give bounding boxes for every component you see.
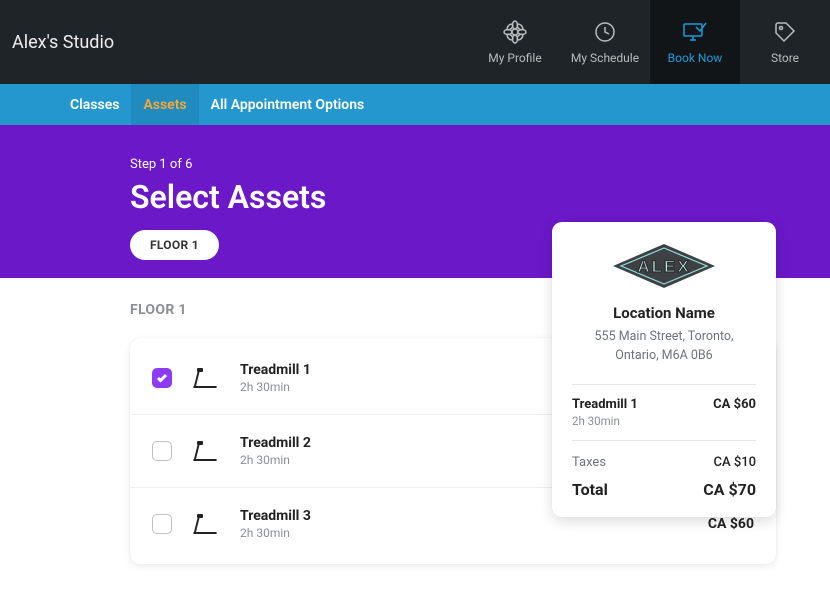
summary-taxes-row: Taxes CA $10	[572, 455, 756, 470]
total-price: CA $70	[703, 480, 756, 499]
logo-icon: ALEX	[572, 242, 756, 290]
top-bar: Alex's Studio My Profile My Schedule Boo…	[0, 0, 830, 84]
location-name: Location Name	[572, 304, 756, 322]
asset-price: CA $60	[708, 516, 754, 532]
asset-duration: 2h 30min	[240, 526, 708, 540]
asset-checkbox[interactable]	[152, 368, 172, 388]
tab-classes[interactable]: Classes	[58, 84, 131, 125]
summary-item-duration: 2h 30min	[572, 414, 638, 428]
summary-item-price: CA $60	[713, 397, 756, 412]
tab-all-appointment-options[interactable]: All Appointment Options	[199, 84, 377, 125]
nav-label: Book Now	[668, 51, 723, 65]
location-address: 555 Main Street, Toronto, Ontario, M6A 0…	[572, 328, 756, 366]
nav-label: My Schedule	[571, 51, 639, 65]
treadmill-icon	[190, 510, 220, 538]
taxes-price: CA $10	[713, 455, 756, 470]
flower-icon	[503, 19, 527, 45]
tab-strip: Classes Assets All Appointment Options	[0, 84, 830, 125]
monitor-check-icon	[682, 19, 708, 45]
summary-line-item: Treadmill 1 2h 30min CA $60	[572, 397, 756, 428]
summary-card: ALEX Location Name 555 Main Street, Toro…	[552, 222, 776, 517]
divider	[572, 384, 756, 385]
floor-chip[interactable]: FLOOR 1	[130, 230, 219, 260]
top-nav: My Profile My Schedule Book Now Store	[470, 0, 830, 84]
nav-label: Store	[771, 51, 799, 65]
summary-item-name: Treadmill 1	[572, 397, 638, 412]
tab-assets[interactable]: Assets	[131, 84, 198, 125]
divider	[572, 440, 756, 441]
page-title: Select Assets	[130, 178, 830, 216]
asset-checkbox[interactable]	[152, 441, 172, 461]
total-label: Total	[572, 480, 608, 499]
tag-icon	[773, 19, 797, 45]
nav-my-schedule[interactable]: My Schedule	[560, 0, 650, 84]
svg-text:ALEX: ALEX	[637, 257, 690, 276]
nav-store[interactable]: Store	[740, 0, 830, 84]
treadmill-icon	[190, 364, 220, 392]
brand-title: Alex's Studio	[10, 32, 114, 53]
summary-total-row: Total CA $70	[572, 480, 756, 499]
step-label: Step 1 of 6	[130, 157, 830, 172]
nav-my-profile[interactable]: My Profile	[470, 0, 560, 84]
asset-checkbox[interactable]	[152, 514, 172, 534]
clock-icon	[593, 19, 617, 45]
taxes-label: Taxes	[572, 455, 606, 470]
nav-book-now[interactable]: Book Now	[650, 0, 740, 84]
treadmill-icon	[190, 437, 220, 465]
nav-label: My Profile	[488, 51, 541, 65]
content: FLOOR 1 Treadmill 1 2h 30min CA $60	[0, 278, 830, 564]
